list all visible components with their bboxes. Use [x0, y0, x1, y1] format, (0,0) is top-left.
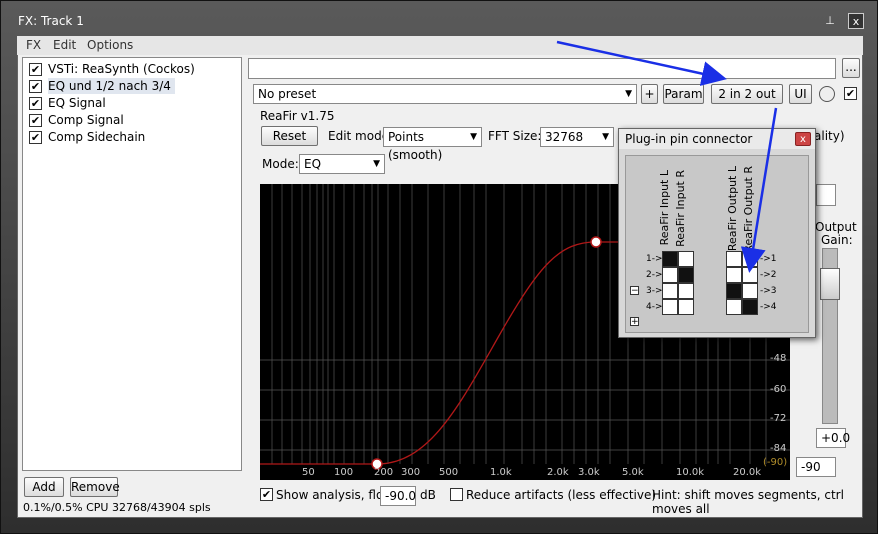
annotation-arrow — [740, 107, 778, 273]
annotation-arrow — [556, 40, 727, 86]
annotation-arrows — [556, 40, 778, 273]
